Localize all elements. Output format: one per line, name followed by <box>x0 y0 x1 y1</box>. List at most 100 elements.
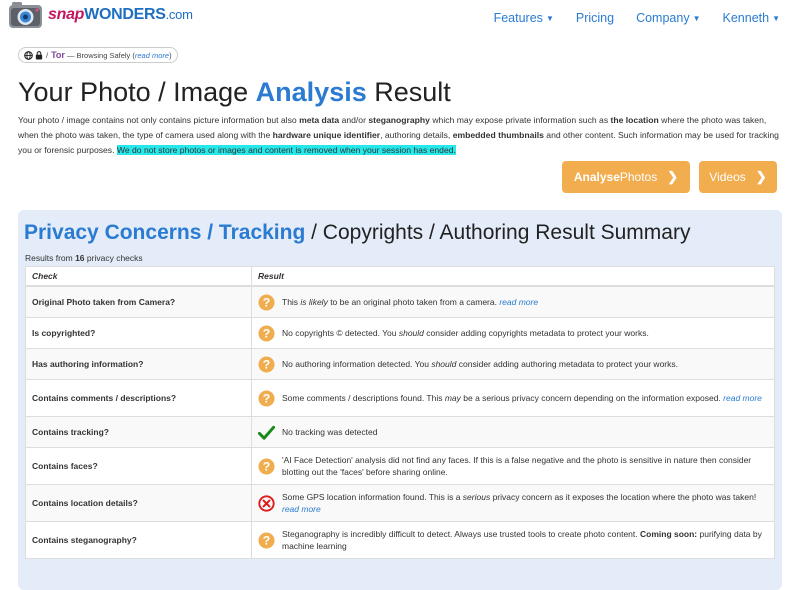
site-logo[interactable]: snapWONDERS.com <box>8 0 193 30</box>
check-name: Is copyrighted? <box>25 317 252 349</box>
result-emphasis: should <box>398 328 424 338</box>
result-cell: ? No authoring information detected. You … <box>251 348 775 380</box>
nav-company[interactable]: Company ▼ <box>636 11 700 25</box>
result-text-part: 'AI Face Detection' analysis did not fin… <box>282 455 752 477</box>
result-cell: ? This is likely to be an original photo … <box>251 285 775 318</box>
logo-wordmark: snapWONDERS.com <box>48 6 193 24</box>
caret-down-icon: ▼ <box>692 14 701 23</box>
result-summary-panel: Privacy Concerns / Tracking / Copyrights… <box>18 210 782 590</box>
svg-text:?: ? <box>263 391 271 405</box>
check-name: Has authoring information? <box>25 348 252 380</box>
check-name: Contains tracking? <box>25 416 252 448</box>
main-nav: Features ▼ Pricing Company ▼ Kenneth ▼ <box>472 11 780 25</box>
nav-company-label: Company <box>636 11 690 25</box>
warning-icon: ? <box>258 324 275 342</box>
warning-icon: ? <box>258 389 275 407</box>
caret-down-icon: ▼ <box>545 14 554 23</box>
result-text: No tracking was detected <box>282 426 377 438</box>
table-row: Is copyrighted?? No copyrights © detected… <box>25 317 775 349</box>
read-more-link[interactable]: read more <box>282 504 321 514</box>
analyse-photos-button[interactable]: Analyse Photos ❯ <box>562 161 690 193</box>
top-navbar: snapWONDERS.com Features ▼ Pricing Compan… <box>0 0 800 40</box>
safe-browsing-text: — Browsing Safely ( <box>66 50 135 60</box>
summary-title-accent: Privacy Concerns / Tracking <box>24 221 306 244</box>
result-emphasis: Coming soon: <box>640 529 698 539</box>
read-more-link[interactable]: read more <box>723 393 762 403</box>
logo-dotcom: .com <box>165 7 193 22</box>
intro-bold: hardware unique identifier <box>272 130 381 140</box>
videos-button[interactable]: Videos ❯ <box>699 161 777 193</box>
privacy-highlight: We do not store photos or images and con… <box>116 145 456 155</box>
result-text-part: No copyrights © detected. You <box>282 328 399 338</box>
nav-user-kenneth[interactable]: Kenneth ▼ <box>723 11 781 25</box>
result-emphasis: is likely <box>300 297 328 307</box>
summary-title-rest: / Copyrights / Authoring Result Summary <box>305 221 691 244</box>
title-suffix: Result <box>366 77 451 107</box>
result-text-part: This <box>282 297 301 307</box>
result-text-part: Steganography is incredibly difficult to… <box>282 529 640 539</box>
nav-pricing[interactable]: Pricing <box>576 11 614 25</box>
chevron-right-icon: ❯ <box>667 169 679 184</box>
read-more-link[interactable]: read more <box>499 297 538 307</box>
result-emphasis: should <box>431 359 457 369</box>
note-suffix: privacy checks <box>84 253 143 263</box>
result-text-part: Some GPS location information found. Thi… <box>282 492 463 502</box>
result-text: No copyrights © detected. You should con… <box>282 327 649 339</box>
svg-text:?: ? <box>263 533 271 547</box>
intro-bold: embedded thumbnails <box>452 130 544 140</box>
analyse-label-rest: Photos <box>619 170 658 184</box>
result-text-part: No authoring information detected. You <box>282 359 432 369</box>
result-text-part: Some comments / descriptions found. This <box>282 393 445 403</box>
intro-text: which may expose private information suc… <box>429 115 611 125</box>
nav-user-label: Kenneth <box>722 11 770 25</box>
privacy-checks-table: Check Result Original Photo taken from C… <box>25 266 775 559</box>
intro-bold: steganography <box>368 115 430 125</box>
result-cell: ? No copyrights © detected. You should co… <box>251 317 775 349</box>
check-name: Contains steganography? <box>25 521 252 559</box>
title-accent: Analysis <box>255 77 367 107</box>
intro-text: and/or <box>339 115 369 125</box>
svg-text:?: ? <box>263 459 271 473</box>
result-text: Some GPS location information found. Thi… <box>282 491 768 515</box>
checks-count: 16 <box>75 253 85 263</box>
note-prefix: Results from <box>25 253 76 263</box>
result-text-part: to be an original photo taken from a cam… <box>327 297 500 307</box>
table-row: Original Photo taken from Camera?? This i… <box>25 285 775 318</box>
svg-text:?: ? <box>263 326 271 340</box>
table-row: Has authoring information?? No authoring … <box>25 348 775 380</box>
result-text: No authoring information detected. You s… <box>282 358 678 370</box>
chevron-right-icon: ❯ <box>755 169 767 184</box>
result-text-part: privacy concern as it exposes the locati… <box>490 492 757 502</box>
warning-icon: ? <box>258 531 275 549</box>
result-text-part: be a serious privacy concern depending o… <box>460 393 724 403</box>
check-name: Contains comments / descriptions? <box>25 379 252 417</box>
intro-text: Your photo / image contains not only con… <box>18 115 300 125</box>
caret-down-icon: ▼ <box>772 14 780 23</box>
logo-snap: snap <box>48 6 85 23</box>
col-result-header: Result <box>251 266 775 287</box>
videos-label: Videos <box>709 170 746 184</box>
logo-wonders: WONDERS <box>84 6 166 23</box>
result-text: This is likely to be an original photo t… <box>282 296 538 308</box>
title-prefix: Your Photo / Image <box>18 77 256 107</box>
safe-read-more-link[interactable]: read more <box>135 51 169 60</box>
nav-features[interactable]: Features ▼ <box>494 11 554 25</box>
result-cell: ? 'AI Face Detection' analysis did not fi… <box>251 447 775 485</box>
col-check-header: Check <box>25 266 252 287</box>
result-text-part: consider adding copyrights metadata to p… <box>423 328 649 338</box>
table-row: Contains tracking? No tracking was detect… <box>25 416 775 448</box>
table-row: Contains steganography?? Steganography is… <box>25 521 775 559</box>
warning-icon: ? <box>258 355 275 373</box>
svg-text:?: ? <box>263 357 271 371</box>
result-cell: No tracking was detected <box>251 416 775 448</box>
table-row: Contains comments / descriptions?? Some c… <box>25 379 775 417</box>
nav-features-label: Features <box>493 11 543 25</box>
nav-pricing-label: Pricing <box>575 11 615 25</box>
check-name: Contains location details? <box>25 484 252 522</box>
check-icon <box>257 424 276 441</box>
intro-bold: the location <box>610 115 659 125</box>
result-cell: ? Steganography is incredibly difficult t… <box>251 521 775 559</box>
results-count-note: Results from 16 privacy checks <box>25 253 143 263</box>
warning-icon: ? <box>258 457 275 475</box>
intro-text: , authoring details, <box>380 130 453 140</box>
